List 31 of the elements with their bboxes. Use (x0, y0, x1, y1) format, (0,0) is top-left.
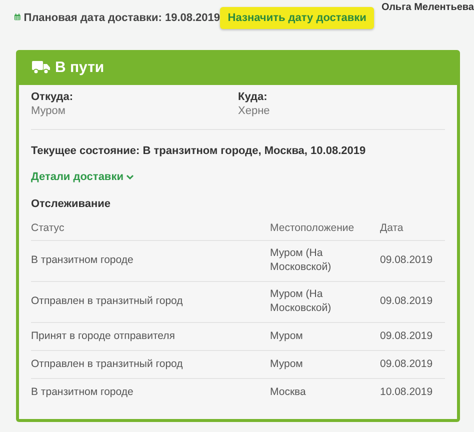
column-header: Дата (380, 222, 404, 234)
table-cell-text: Отправлен в транзитный город (31, 294, 184, 310)
to-label: Куда: (238, 91, 268, 103)
column-header: Местоположение (270, 222, 356, 234)
table-cell-text: Принят в городе отправителя (31, 328, 176, 344)
table-cell-text: 09.08.2019 (380, 253, 434, 268)
from-value: Муром (31, 105, 66, 117)
table-cell-text: Муром (На Московской) (270, 287, 332, 316)
to-value: Херне (238, 105, 271, 117)
delivery-details-link[interactable]: Детали доставки (31, 171, 134, 183)
card-title: В пути (55, 59, 104, 76)
from-label: Откуда: (31, 91, 74, 103)
planned-delivery-date: Плановая дата доставки: 19.08.2019 (24, 12, 220, 24)
user-name: Ольга Мелентьева (381, 2, 474, 13)
table-cell-text: Муром (На Московской) (270, 246, 332, 275)
table-cell-text: В транзитном городе (31, 253, 134, 268)
tracking-title: Отслеживание (31, 198, 112, 210)
assign-date-button[interactable]: Назначить дату доставки (220, 7, 374, 29)
table-cell-text: Отправлен в транзитный город (31, 356, 184, 372)
table-cell-text: Москва (270, 384, 307, 400)
table-cell-text: Муром (270, 328, 304, 344)
table-cell-text: 09.08.2019 (380, 356, 434, 372)
table-cell-text: В транзитном городе (31, 384, 134, 400)
table-cell-text: 10.08.2019 (380, 384, 434, 400)
table-cell-text: 09.08.2019 (380, 328, 434, 344)
chevron-icon (126, 174, 134, 180)
table-cell-text: 09.08.2019 (380, 294, 434, 310)
truck-icon (32, 61, 50, 74)
current-state: Текущее состояние: В транзитном городе, Москва, 10.08.2019 (31, 145, 367, 157)
table-cell-text: Муром (270, 356, 304, 372)
column-header: Статус (31, 222, 66, 234)
